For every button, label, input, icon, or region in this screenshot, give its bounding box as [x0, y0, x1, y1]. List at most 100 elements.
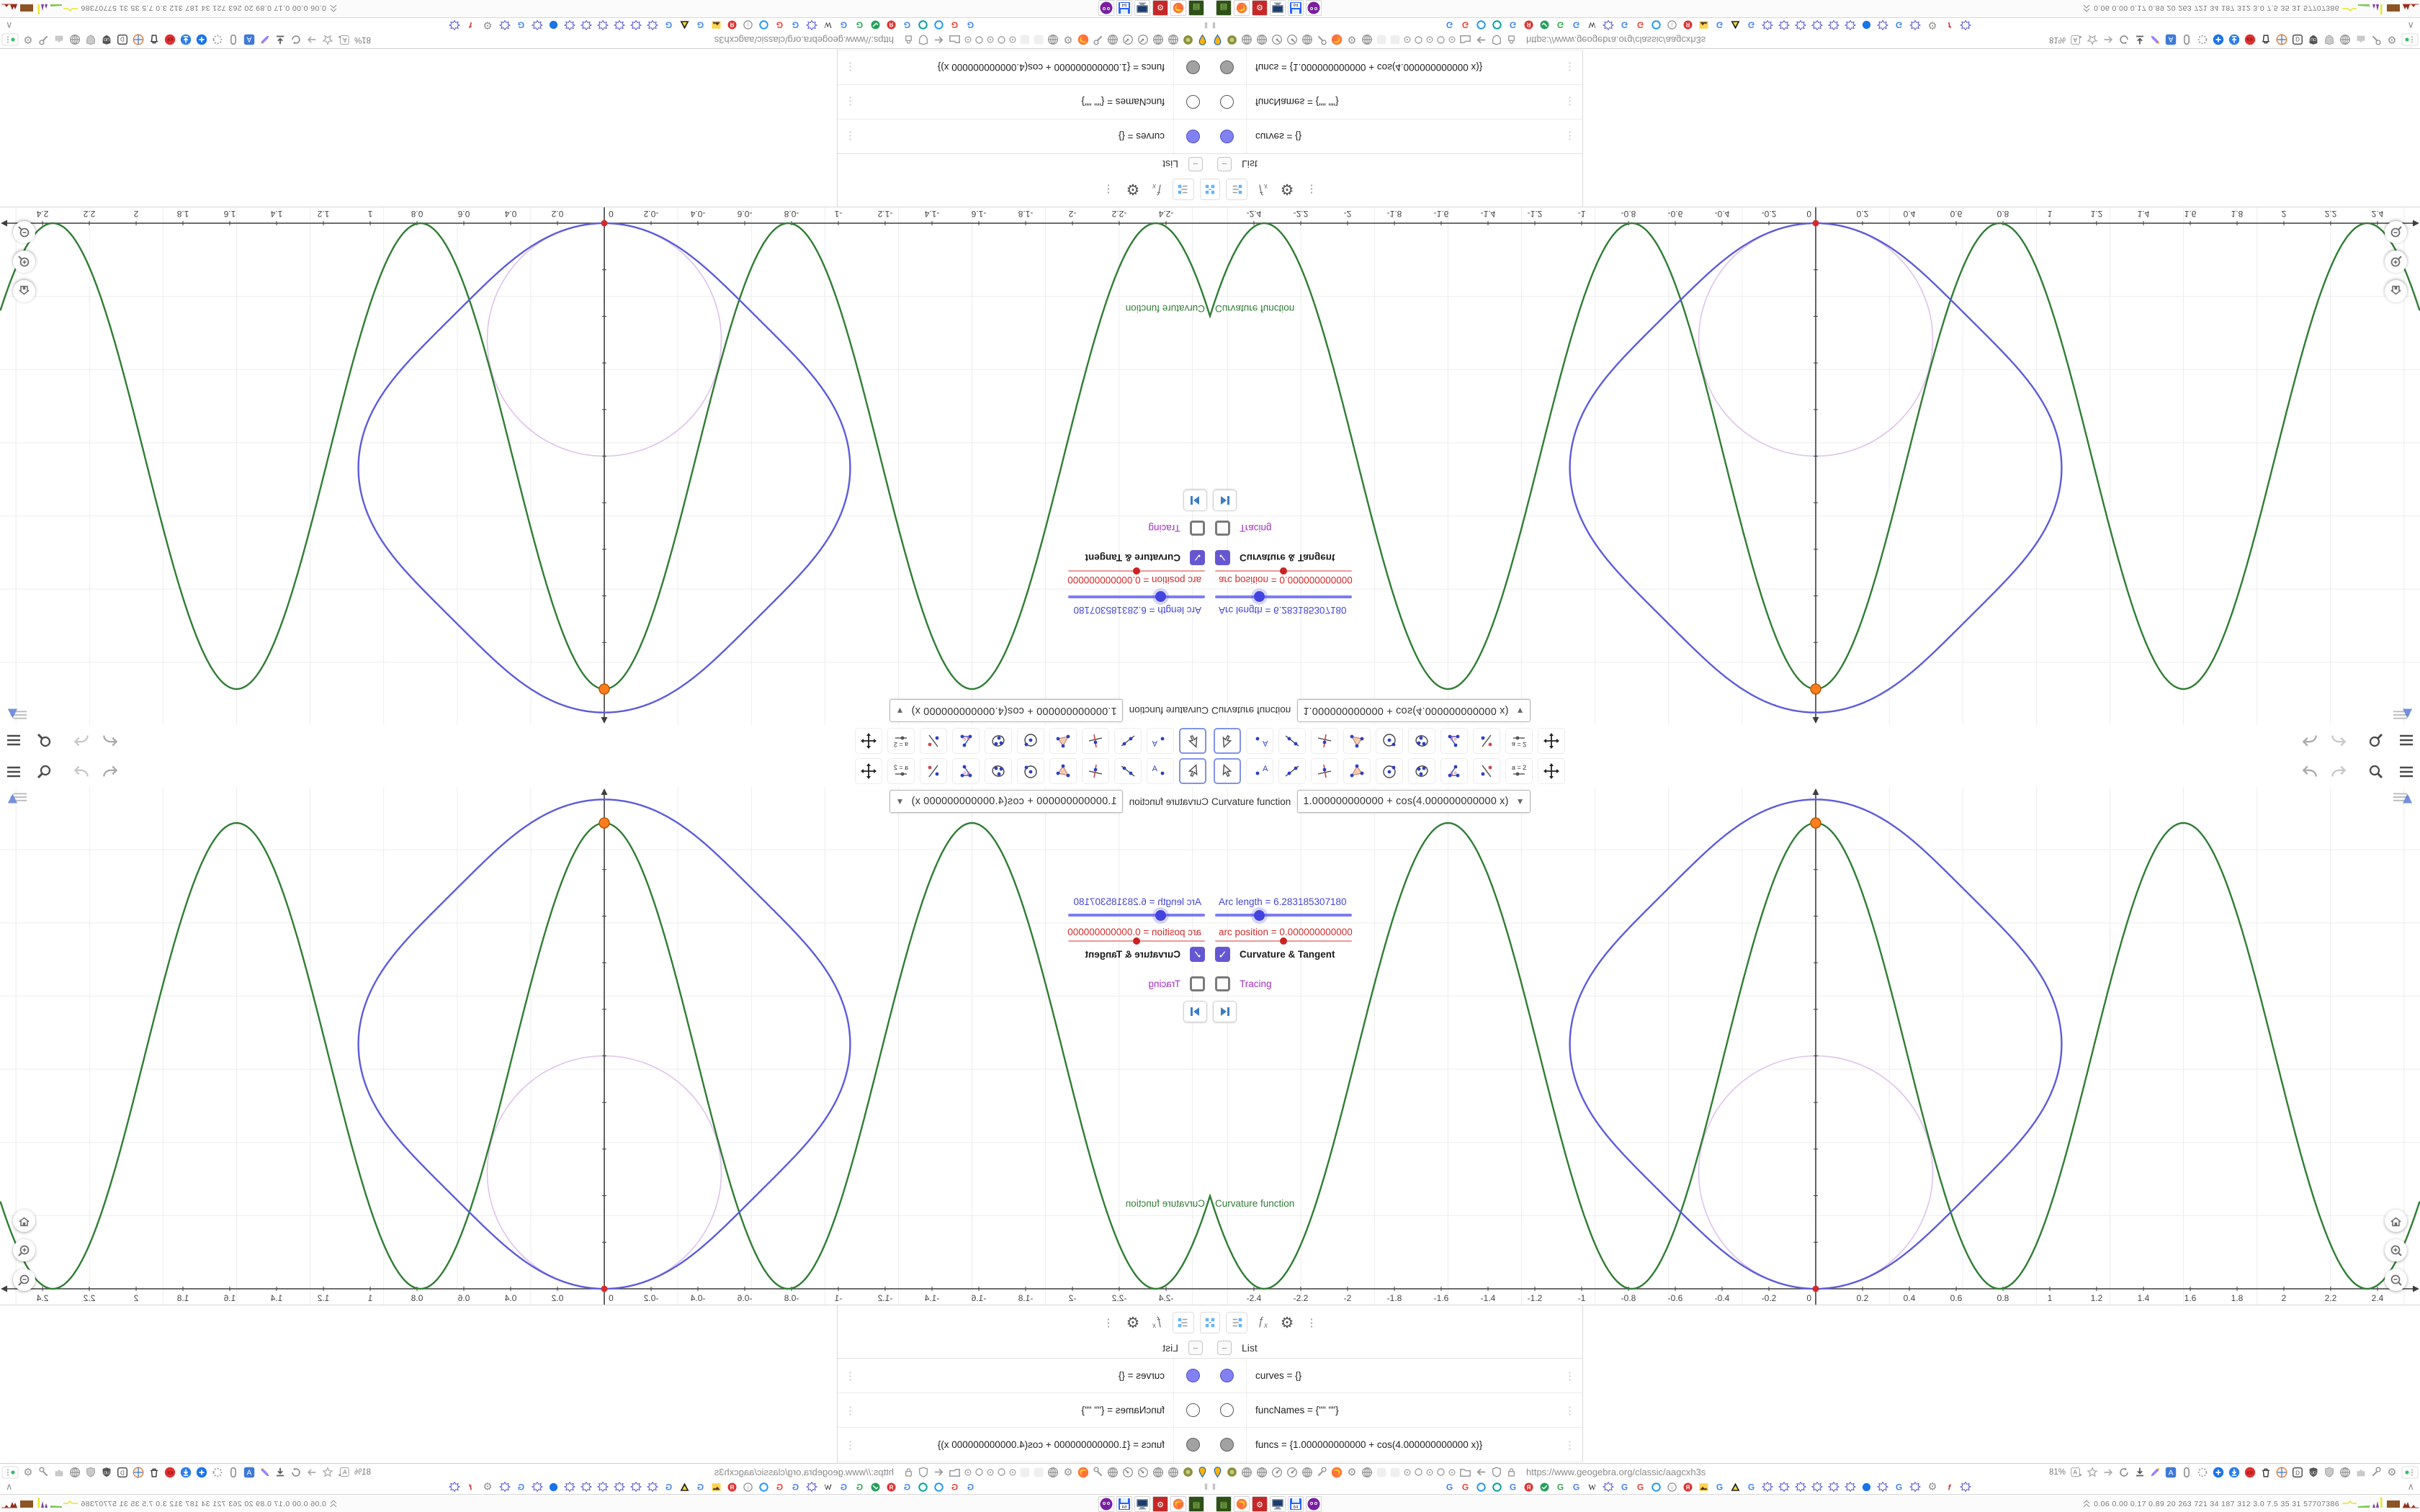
colored-globe-icon[interactable]: [2275, 1466, 2288, 1479]
translate-ext-icon[interactable]: A: [2164, 1466, 2177, 1479]
blue-dot-favicon[interactable]: [1861, 20, 1872, 31]
gray-globe-icon[interactable]: [2339, 34, 2352, 47]
algebra-row-funcs[interactable]: funcs = {1.000000000000 + cos(4.00000000…: [1210, 1428, 1582, 1462]
octagram-favicon[interactable]: [1778, 19, 1790, 31]
puzzle-ext-icon[interactable]: [2354, 34, 2367, 47]
firefox-app-icon[interactable]: [1234, 1496, 1250, 1512]
terminal-app-icon[interactable]: ▤: [1188, 0, 1204, 16]
collapse-group-button[interactable]: −: [1217, 157, 1232, 171]
algebra-row-funcnames[interactable]: funcNames = {"" ""} ⋮: [838, 84, 1210, 119]
firefox-favicon[interactable]: [1077, 1466, 1090, 1479]
octagram-favicon[interactable]: [1811, 1481, 1823, 1493]
zoom-in-icon[interactable]: [2385, 1239, 2407, 1261]
curvature-tangent-checkbox[interactable]: ✓: [1190, 550, 1205, 565]
graphics-view[interactable]: -2.4 -2.2 -2 -1.8 -1.6 -1.4 -1.2 -1 -0.8 -0.6 -0.4…: [1210, 787, 2420, 1305]
row-menu-icon[interactable]: ⋮: [845, 1428, 856, 1462]
reflect-tool[interactable]: [920, 728, 947, 754]
algebra-row-funcnames[interactable]: funcNames = {"" ""} ⋮: [1210, 84, 1582, 119]
tracing-checkbox[interactable]: [1190, 976, 1205, 991]
wikipedia-favicon[interactable]: W: [1587, 20, 1597, 31]
highlighter-icon[interactable]: [2149, 34, 2161, 46]
home-icon[interactable]: [13, 280, 35, 302]
google-favicon[interactable]: G: [854, 1482, 865, 1493]
row-menu-icon[interactable]: ⋮: [845, 85, 856, 119]
curvature-function-input[interactable]: 1.000000000000 + cos(4.000000000000 x) ▼: [889, 790, 1123, 813]
reload-icon[interactable]: [2118, 34, 2130, 47]
owl-app-icon[interactable]: [1098, 1496, 1114, 1512]
firefox-favicon[interactable]: [1330, 1466, 1343, 1479]
download-icon[interactable]: [2133, 34, 2146, 47]
blue-dot-favicon[interactable]: [548, 20, 559, 31]
dark-shield-icon[interactable]: UD: [2307, 1466, 2320, 1479]
shield-icon[interactable]: [917, 34, 930, 47]
visibility-marble[interactable]: [1220, 1438, 1234, 1452]
function-fx-icon[interactable]: ƒx: [1253, 179, 1272, 200]
container-ext-icon[interactable]: D: [116, 1466, 129, 1479]
floppy-app-icon[interactable]: 64: [1116, 1496, 1132, 1512]
conic-tool[interactable]: [1408, 758, 1435, 784]
gear-dots-icon[interactable]: [211, 34, 224, 47]
row-menu-icon[interactable]: ⋮: [1564, 50, 1575, 84]
octagram-favicon[interactable]: [806, 19, 817, 31]
ring-favicon[interactable]: [1476, 20, 1487, 31]
yandex-favicon[interactable]: Я: [727, 20, 738, 31]
algebra-row-funcs[interactable]: funcs = {1.000000000000 + cos(4.00000000…: [838, 1428, 1210, 1462]
olive-favicon[interactable]: [1226, 34, 1238, 46]
algebra-row-curves[interactable]: curves = {} ⋮: [838, 1359, 1210, 1393]
translate-mini-icon[interactable]: A: [2070, 1466, 2083, 1479]
settings-gear-icon[interactable]: ⚙: [1124, 1312, 1142, 1333]
octagram-favicon[interactable]: [1845, 19, 1856, 31]
google-favicon[interactable]: G: [516, 1482, 526, 1493]
google-favicon[interactable]: G: [1444, 1482, 1455, 1493]
globe-favicon[interactable]: [1240, 1466, 1253, 1479]
container-ext-icon[interactable]: D: [2291, 34, 2304, 47]
octagram-favicon[interactable]: [614, 19, 625, 31]
f-red-favicon[interactable]: f: [465, 20, 476, 31]
octagram-favicon[interactable]: [1960, 1481, 1971, 1493]
back-arrow-icon[interactable]: [1474, 1465, 1488, 1479]
redo-icon[interactable]: [72, 764, 91, 780]
gear-ext-icon[interactable]: ⚙: [2385, 34, 2398, 47]
lock-icon[interactable]: [1505, 34, 1518, 46]
circle-center-point-tool[interactable]: [1017, 758, 1044, 784]
octagram-favicon[interactable]: [499, 1481, 511, 1493]
perpendicular-line-tool[interactable]: [1311, 758, 1338, 784]
skip-next-button[interactable]: [1183, 1001, 1207, 1022]
settings-app-icon[interactable]: ⚙: [1252, 1496, 1268, 1512]
lock-icon[interactable]: [902, 1466, 915, 1478]
tree-view-partial-icon[interactable]: [1210, 1312, 1220, 1333]
circle-center-point-tool[interactable]: [1017, 728, 1044, 754]
collapse-group-button[interactable]: −: [1188, 157, 1203, 171]
plus-circle-icon[interactable]: [195, 1466, 208, 1479]
point-tool[interactable]: A: [1246, 758, 1273, 784]
zoom-in-icon[interactable]: [2385, 251, 2407, 273]
arc-position-slider-handle[interactable]: [1133, 937, 1140, 945]
conic-tool[interactable]: [985, 758, 1012, 784]
image-favicon[interactable]: [1698, 20, 1709, 31]
floppy-app-icon[interactable]: 64: [1288, 1496, 1304, 1512]
curvature-function-input[interactable]: 1.000000000000 + cos(4.000000000000 x) ▼: [1297, 699, 1531, 722]
download-circle-icon[interactable]: [2228, 1466, 2241, 1479]
monitor-app-icon[interactable]: [1134, 1496, 1150, 1512]
algebra-row-curves[interactable]: curves = {} ⋮: [1210, 1359, 1582, 1393]
google-favicon[interactable]: G: [1571, 1482, 1582, 1493]
gray-shield-icon[interactable]: [2323, 34, 2336, 47]
google-favicon[interactable]: G: [1635, 1482, 1646, 1493]
url-text[interactable]: https://www.geogebra.org/classic/aagcxh3…: [1526, 1467, 1706, 1477]
page-zoom-level[interactable]: 81%: [354, 1468, 371, 1477]
yandex-favicon[interactable]: Я: [727, 1482, 738, 1493]
globe-favicon[interactable]: [1301, 1466, 1314, 1479]
olive-favicon[interactable]: [1182, 1466, 1194, 1478]
wikipedia-favicon[interactable]: W: [823, 1482, 833, 1493]
triangle-favicon[interactable]: [679, 20, 690, 31]
conic-tool[interactable]: [985, 728, 1012, 754]
zoom-out-icon[interactable]: [13, 1269, 35, 1291]
angle-tool[interactable]: α: [1440, 728, 1468, 754]
move-tool[interactable]: [1214, 728, 1241, 754]
octagram-favicon[interactable]: [581, 19, 592, 31]
firefox-favicon[interactable]: [1330, 34, 1343, 47]
edge-panel-icon[interactable]: [2401, 34, 2419, 47]
ghost-tab[interactable]: [1376, 35, 1387, 46]
ring-favicon[interactable]: [933, 1482, 944, 1493]
more-options-icon[interactable]: ⋮: [1302, 1312, 1321, 1333]
